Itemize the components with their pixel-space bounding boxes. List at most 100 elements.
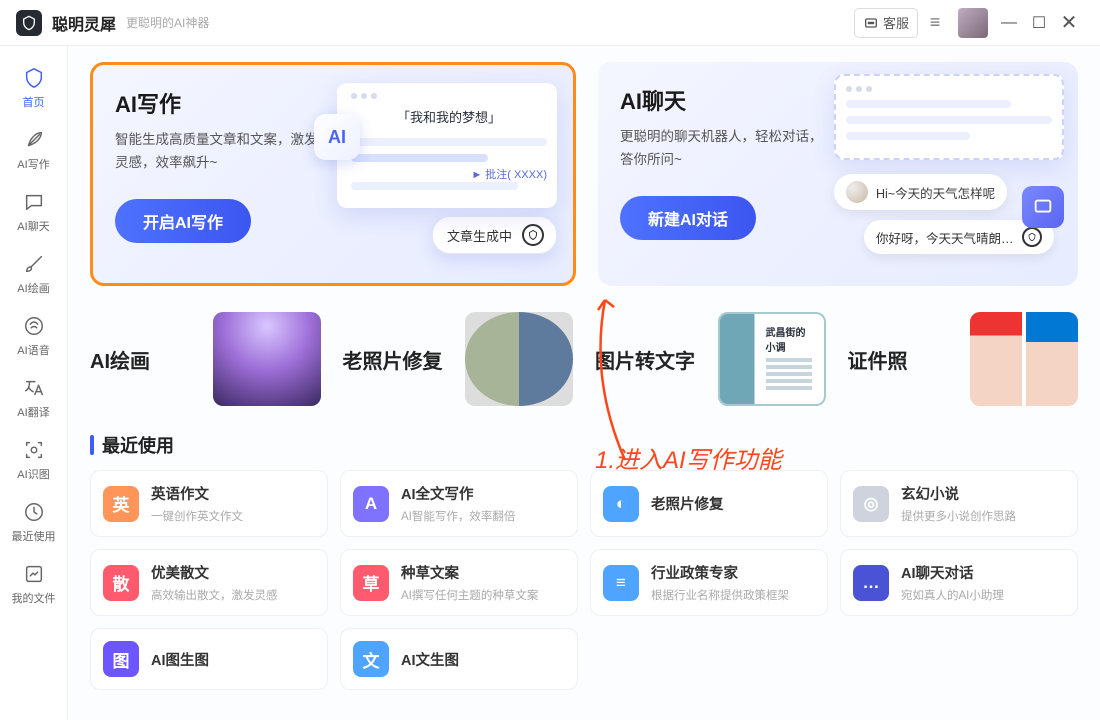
tile-icon: ◎ [853,486,889,522]
recent-tile[interactable]: … AI聊天对话宛如真人的AI小助理 [840,549,1078,616]
close-button[interactable]: ✕ [1054,8,1084,38]
tile-subtitle: AI智能写作，效率翻倍 [401,508,565,524]
new-ai-chat-button[interactable]: 新建AI对话 [620,196,756,240]
tile-icon: 文 [353,641,389,677]
annotation-text: 1.进入AI写作功能 [595,440,782,475]
sidebar-item-label: AI绘画 [17,280,49,296]
sidebar: 首页 AI写作 AI聊天 AI绘画 AI语音 AI翻译 AI识图 最近使用 [0,46,68,720]
recent-tile[interactable]: 文 AI文生图 [340,628,578,690]
recent-tile[interactable]: A AI全文写作 AI智能写作，效率翻倍 [340,470,578,537]
tile-title: 行业政策专家 [651,562,815,583]
tile-title: 英语作文 [151,483,315,504]
customer-service-button[interactable]: 客服 [854,8,918,38]
tile-subtitle: AI撰写任何主题的种草文案 [401,587,565,603]
sidebar-item-files[interactable]: 我的文件 [4,554,64,614]
tile-icon: … [853,565,889,601]
sidebar-item-label: AI聊天 [17,218,49,234]
tile-icon: ◐ [603,486,639,522]
tile-title: 老照片修复 [651,493,815,514]
hero-write-illustration: AI 「我和我的梦想」 ► 批注( XXXX) 文章生成中 [337,83,557,254]
ai-badge-icon: AI [314,114,360,160]
folder-icon [22,562,46,586]
sidebar-item-label: AI写作 [17,156,49,172]
brand-name: 聪明灵犀 [52,11,116,35]
sidebar-item-label: AI语音 [17,342,49,358]
tile-icon: A [353,486,389,522]
tile-icon: 图 [103,641,139,677]
hero-ai-chat[interactable]: AI聊天 更聪明的聊天机器人，轻松对话，答你所问~ 新建AI对话 Hi~今天的天… [598,62,1078,286]
sidebar-item-translate[interactable]: AI翻译 [4,368,64,428]
chat-msg-1: Hi~今天的天气怎样呢 [834,174,1007,210]
tile-title: 种草文案 [401,562,565,583]
recent-tile[interactable]: 图 AI图生图 [90,628,328,690]
main-content: AI写作 智能生成高质量文章和文案，激发灵感，效率飙升~ 开启AI写作 AI 「… [68,46,1100,720]
sidebar-item-label: AI识图 [17,466,49,482]
brand-logo [16,10,42,36]
chat-bubble-icon [1022,186,1064,228]
recent-tile[interactable]: ≡ 行业政策专家根据行业名称提供政策框架 [590,549,828,616]
tile-subtitle: 宛如真人的AI小助理 [901,587,1065,603]
sidebar-item-home[interactable]: 首页 [4,58,64,118]
tile-icon: 英 [103,486,139,522]
image-scan-icon [22,438,46,462]
sidebar-item-label: 我的文件 [12,590,56,606]
minimize-button[interactable]: — [994,8,1024,38]
feature-title: 证件照 [848,345,908,374]
hero-ai-write[interactable]: AI写作 智能生成高质量文章和文案，激发灵感，效率飙升~ 开启AI写作 AI 「… [90,62,576,286]
recent-title: 最近使用 [90,432,1078,458]
home-icon [22,66,46,90]
sidebar-item-label: AI翻译 [17,404,49,420]
tile-icon: ≡ [603,565,639,601]
tile-title: AI图生图 [151,649,315,670]
tile-subtitle: 根据行业名称提供政策框架 [651,587,815,603]
feature-title: 老照片修复 [343,345,443,374]
recent-tile[interactable]: ◎ 玄幻小说提供更多小说创作思路 [840,470,1078,537]
tile-title: AI文生图 [401,649,565,670]
sidebar-item-draw[interactable]: AI绘画 [4,244,64,304]
sidebar-item-voice[interactable]: AI语音 [4,306,64,366]
feature-id-photo[interactable]: 证件照 [848,312,1079,406]
tile-subtitle: 高效输出散文，激发灵感 [151,587,315,603]
sidebar-item-label: 首页 [23,94,45,110]
feature-title: 图片转文字 [595,345,695,374]
tile-title: AI聊天对话 [901,562,1065,583]
hero-desc: 更聪明的聊天机器人，轻松对话，答你所问~ [620,126,830,172]
illustration-note: ► 批注( XXXX) [351,166,547,182]
avatar[interactable] [958,8,988,38]
feature-ai-draw[interactable]: AI绘画 [90,312,321,406]
feature-ocr[interactable]: 图片转文字 武昌街的小调 [595,312,826,406]
tile-title: 玄幻小说 [901,483,1065,504]
recent-tile[interactable]: 草 种草文案 AI撰写任何主题的种草文案 [340,549,578,616]
tile-title: 优美散文 [151,562,315,583]
tile-subtitle: 一键创作英文作文 [151,508,315,524]
sidebar-item-write[interactable]: AI写作 [4,120,64,180]
recent-tile[interactable]: 散 优美散文高效输出散文，激发灵感 [90,549,328,616]
hero-chat-illustration: Hi~今天的天气怎样呢 你好呀，今天天气晴朗… [834,74,1064,274]
tile-icon: 散 [103,565,139,601]
feature-title: AI绘画 [90,345,150,374]
draw-thumbnail [213,312,321,406]
feather-icon [22,128,46,152]
brand-tagline: 更聪明的AI神器 [126,14,209,31]
illustration-title: 「我和我的梦想」 [351,107,547,126]
generating-chip: 文章生成中 [432,216,557,254]
tile-icon: 草 [353,565,389,601]
sidebar-item-image[interactable]: AI识图 [4,430,64,490]
menu-icon[interactable]: ≡ [924,12,946,33]
voice-icon [22,314,46,338]
sidebar-item-recent[interactable]: 最近使用 [4,492,64,552]
tile-subtitle: 提供更多小说创作思路 [901,508,1065,524]
translate-icon [22,376,46,400]
recent-tile[interactable]: 英 英语作文一键创作英文作文 [90,470,328,537]
chat-icon [22,190,46,214]
clock-icon [22,500,46,524]
tile-title: AI全文写作 [401,483,565,504]
ocr-thumbnail: 武昌街的小调 [718,312,826,406]
maximize-button[interactable]: ☐ [1024,8,1054,38]
id-thumbnail [970,312,1078,406]
sidebar-item-chat[interactable]: AI聊天 [4,182,64,242]
feature-old-photo[interactable]: 老照片修复 [343,312,574,406]
start-ai-write-button[interactable]: 开启AI写作 [115,199,251,243]
recent-tile[interactable]: ◐ 老照片修复 [590,470,828,537]
sidebar-item-label: 最近使用 [12,528,56,544]
